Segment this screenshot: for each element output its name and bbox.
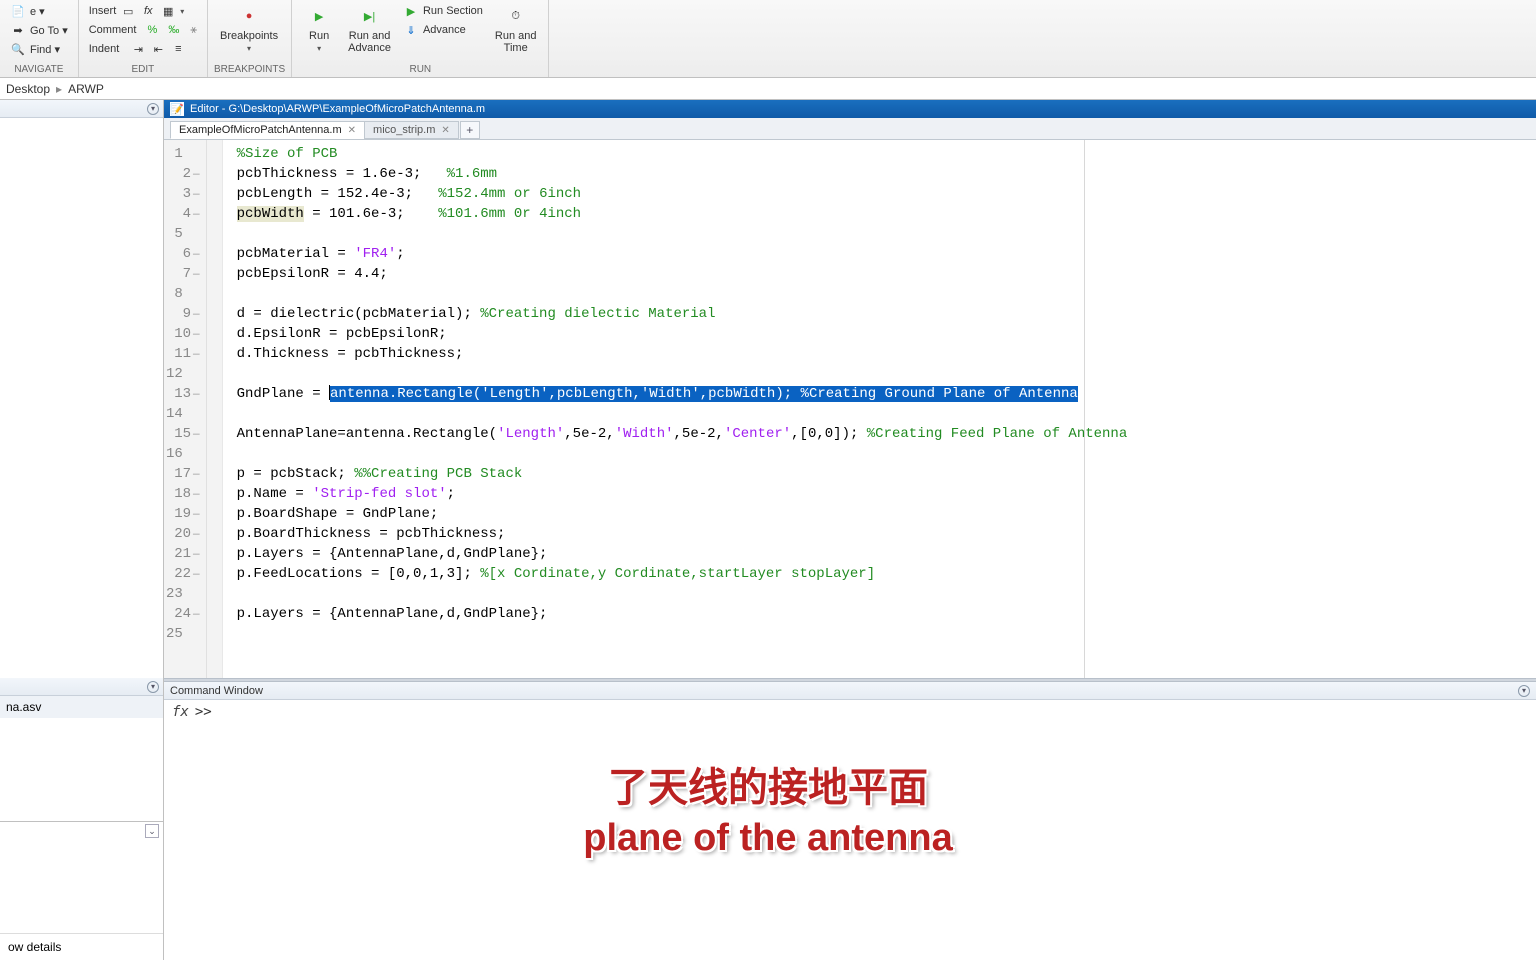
section-icon: ▭ [120,3,136,19]
run-advance-button[interactable]: ▶|Run and Advance [342,2,397,56]
ribbon-group-run: ▶Run▾ ▶|Run and Advance ▶Run Section ⇓Ad… [292,0,549,77]
ribbon-toolbar: 📄e ▾ ➡Go To ▾ 🔍Find ▾ NAVIGATE Insert▭fx… [0,0,1536,78]
advance-icon: ⇓ [403,22,419,38]
group-label-run: RUN [298,62,542,77]
minimize-icon[interactable]: ▾ [147,103,159,115]
indent-button[interactable]: Indent ⇥⇤≡ [85,40,201,58]
details-text: ow details [0,933,163,960]
breadcrumb[interactable]: Desktop ▸ ARWP [0,78,1536,100]
play-icon: ▶ [307,4,331,28]
compare-icon: 📄 [10,3,26,19]
editor-icon: 📝 [170,102,184,116]
file-item[interactable]: na.asv [0,696,163,718]
group-label-edit: EDIT [85,62,201,77]
breakpoints-button[interactable]: ● Breakpoints▾ [214,2,284,55]
outdent-icon: ⇤ [150,41,166,57]
group-label-breakpoints: BREAKPOINTS [214,62,285,77]
run-time-button[interactable]: ⏱Run and Time [489,2,543,56]
arrow-right-icon: ➡ [10,22,26,38]
line-gutter: 1 2— 3— 4— 5 6— 7— 8 9— 10— 11— 12 13— 1… [164,140,207,678]
play-advance-icon: ▶| [358,4,382,28]
breadcrumb-item[interactable]: ARWP [68,82,104,96]
tab-inactive[interactable]: mico_strip.m✕ [364,121,459,139]
ribbon-group-breakpoints: ● Breakpoints▾ BREAKPOINTS [208,0,292,77]
chevron-down-icon[interactable]: ⌄ [145,824,159,838]
advance-button[interactable]: ⇓Advance [399,21,487,39]
command-prompt: >> [195,704,212,720]
breakpoint-column[interactable] [207,140,223,678]
var-icon: ▦ [160,3,176,19]
run-section-button[interactable]: ▶Run Section [399,2,487,20]
ribbon-group-navigate: 📄e ▾ ➡Go To ▾ 🔍Find ▾ NAVIGATE [0,0,79,77]
fx-icon: fx [172,704,189,720]
panel-header: ▾ [0,100,163,118]
compare-button[interactable]: 📄e ▾ [6,2,72,20]
run-button[interactable]: ▶Run▾ [298,2,340,55]
ribbon-group-edit: Insert▭fx▦▾ Comment % ‰ ⚹ Indent ⇥⇤≡ EDI… [79,0,208,77]
tab-active[interactable]: ExampleOfMicroPatchAntenna.m✕ [170,121,365,139]
play-section-icon: ▶ [403,3,419,19]
editor-titlebar: 📝 Editor - G:\Desktop\ARWP\ExampleOfMicr… [164,100,1536,118]
minimize-icon[interactable]: ▾ [1518,685,1530,697]
fx-icon: fx [140,3,156,19]
smart-indent-icon: ≡ [170,41,186,57]
group-label-navigate: NAVIGATE [6,62,72,77]
goto-button[interactable]: ➡Go To ▾ [6,21,72,39]
breakpoint-icon: ● [237,4,261,28]
search-icon: 🔍 [10,41,26,57]
close-icon[interactable]: ✕ [441,125,449,136]
close-icon[interactable]: ✕ [348,125,356,136]
clock-icon: ⏱ [504,4,528,28]
file-list[interactable] [0,118,163,678]
editor-title: Editor - G:\Desktop\ARWP\ExampleOfMicroP… [190,103,485,115]
command-window[interactable]: fx >> [164,700,1536,960]
code-area[interactable]: %Size of PCB pcbThickness = 1.6e-3; %1.6… [223,140,1536,678]
panel-header: ▾ [0,678,163,696]
comment-button[interactable]: Comment % ‰ ⚹ [85,21,201,39]
main-area: ▾ ▾ na.asv ⌄ ow details 📝 Editor - G:\De… [0,100,1536,960]
find-button[interactable]: 🔍Find ▾ [6,40,72,58]
editor-panel: 📝 Editor - G:\Desktop\ARWP\ExampleOfMicr… [164,100,1536,960]
chevron-right-icon: ▸ [56,82,62,96]
tabstrip: ExampleOfMicroPatchAntenna.m✕ mico_strip… [164,118,1536,140]
breadcrumb-item[interactable]: Desktop [6,82,50,96]
minimize-icon[interactable]: ▾ [147,681,159,693]
code-editor[interactable]: 1 2— 3— 4— 5 6— 7— 8 9— 10— 11— 12 13— 1… [164,140,1536,678]
insert-button[interactable]: Insert▭fx▦▾ [85,2,201,20]
current-folder-panel: ▾ ▾ na.asv ⌄ ow details [0,100,164,960]
details-panel: ⌄ [0,821,163,933]
new-tab-button[interactable]: + [460,121,480,139]
indent-icon: ⇥ [130,41,146,57]
command-window-title: Command Window ▾ [164,682,1536,700]
